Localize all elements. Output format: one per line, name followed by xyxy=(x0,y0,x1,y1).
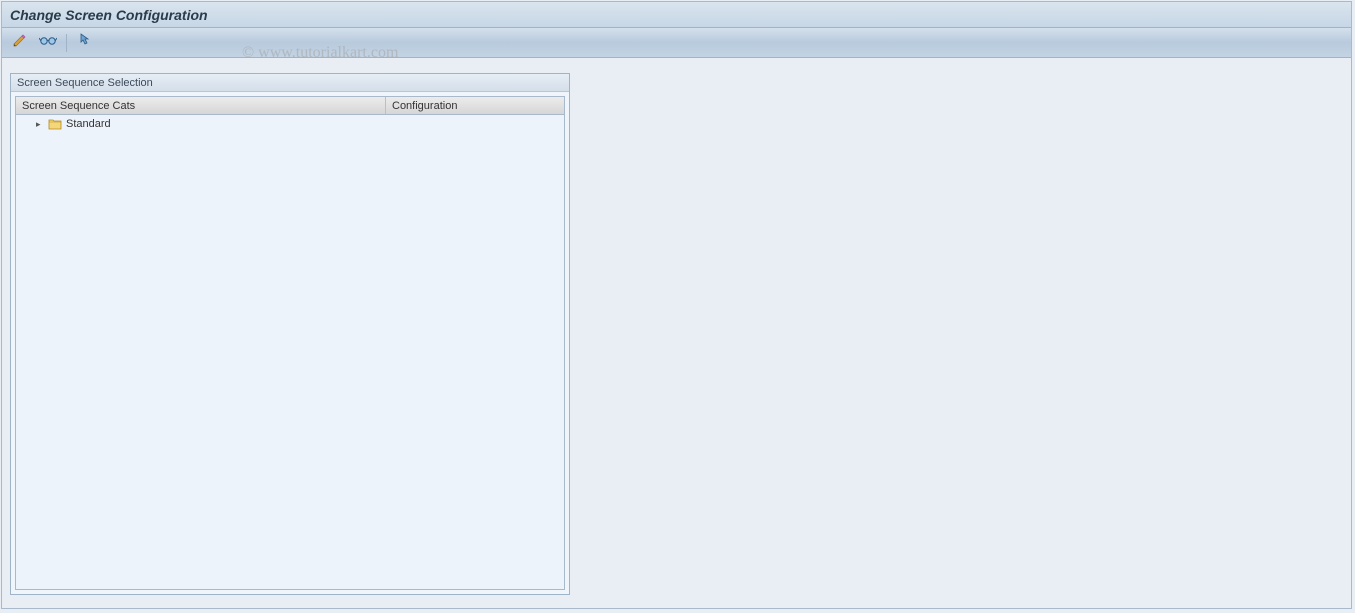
tree-table: Screen Sequence Cats Configuration ▸ xyxy=(15,96,565,590)
title-bar: Change Screen Configuration xyxy=(2,2,1351,28)
screen-sequence-panel: Screen Sequence Selection Screen Sequenc… xyxy=(10,73,570,595)
column-header-cats[interactable]: Screen Sequence Cats xyxy=(16,97,386,114)
glasses-icon xyxy=(39,33,57,52)
panel-body: Screen Sequence Cats Configuration ▸ xyxy=(11,92,569,594)
tree-item-label: Standard xyxy=(66,118,111,130)
tree-body[interactable]: ▸ Standard xyxy=(16,115,564,589)
content-area: Screen Sequence Selection Screen Sequenc… xyxy=(2,58,1351,608)
display-button[interactable] xyxy=(36,32,60,54)
select-button[interactable] xyxy=(73,32,97,54)
toolbar-separator xyxy=(66,34,67,52)
main-window: Change Screen Configuration xyxy=(1,1,1352,609)
tree-item-standard[interactable]: ▸ Standard xyxy=(16,115,564,133)
panel-title: Screen Sequence Selection xyxy=(11,74,569,92)
tree-header-row: Screen Sequence Cats Configuration xyxy=(16,97,564,115)
folder-icon xyxy=(48,118,62,130)
toolbar xyxy=(2,28,1351,58)
expand-arrow-icon[interactable]: ▸ xyxy=(36,119,44,130)
change-button[interactable] xyxy=(8,32,32,54)
page-title: Change Screen Configuration xyxy=(10,7,208,23)
pencil-icon xyxy=(12,32,28,53)
pointer-icon xyxy=(77,32,93,53)
column-header-config[interactable]: Configuration xyxy=(386,97,564,114)
